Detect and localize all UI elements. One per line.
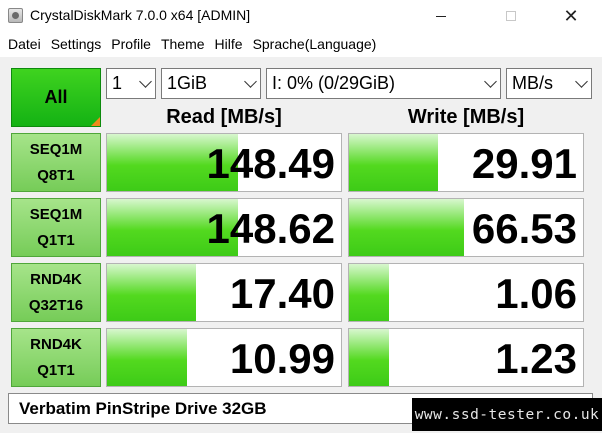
write-value: 1.06 xyxy=(495,270,577,317)
unit-value: MB/s xyxy=(512,73,554,93)
test-params: Q1T1 xyxy=(37,231,75,249)
menu-bar: Datei Settings Profile Theme Hilfe Sprac… xyxy=(0,32,602,56)
test-params: Q1T1 xyxy=(37,361,75,379)
watermark-text: www.ssd-tester.co.uk xyxy=(412,398,602,431)
app-disk-icon xyxy=(8,8,23,23)
minimize-icon xyxy=(436,15,446,17)
read-bar xyxy=(107,329,187,386)
test-name: RND4K xyxy=(30,270,82,288)
menu-theme[interactable]: Theme xyxy=(156,32,210,56)
menu-settings[interactable]: Settings xyxy=(46,32,107,56)
read-result: 17.40 xyxy=(106,263,342,322)
minimize-button[interactable] xyxy=(418,0,464,32)
write-result: 66.53 xyxy=(348,198,584,257)
close-icon: ✕ xyxy=(563,5,579,26)
menu-hilfe[interactable]: Hilfe xyxy=(210,32,248,56)
write-value: 1.23 xyxy=(495,335,577,382)
menu-datei[interactable]: Datei xyxy=(3,32,46,56)
read-value: 17.40 xyxy=(229,270,335,317)
unit-select[interactable]: MB/s xyxy=(506,68,592,99)
test-name: SEQ1M xyxy=(29,205,83,223)
test-count-value: 1 xyxy=(112,73,123,93)
chevron-down-icon xyxy=(244,75,257,88)
read-header: Read [MB/s] xyxy=(166,106,282,128)
test-count-select[interactable]: 1 xyxy=(106,68,156,99)
test-name: RND4K xyxy=(30,335,82,353)
write-bar xyxy=(349,329,389,386)
write-result: 1.23 xyxy=(348,328,584,387)
test-size-value: 1GiB xyxy=(167,73,208,93)
maximize-button[interactable] xyxy=(488,0,534,32)
maximize-icon xyxy=(506,11,516,21)
read-result: 148.62 xyxy=(106,198,342,257)
test-size-select[interactable]: 1GiB xyxy=(161,68,261,99)
corner-marker-icon xyxy=(91,117,100,126)
write-value: 29.91 xyxy=(471,140,577,187)
read-value: 148.49 xyxy=(206,140,335,187)
title-bar: CrystalDiskMark 7.0.0 x64 [ADMIN] ✕ xyxy=(0,0,602,32)
write-result: 1.06 xyxy=(348,263,584,322)
test-params: Q32T16 xyxy=(28,296,84,314)
run-all-label: All xyxy=(44,87,68,107)
write-bar xyxy=(349,199,464,256)
chevron-down-icon xyxy=(139,75,152,88)
write-bar xyxy=(349,264,389,321)
test-params: Q8T1 xyxy=(37,166,75,184)
read-value: 148.62 xyxy=(206,205,335,252)
test-button-rnd4k-q32t16[interactable]: RND4K Q32T16 xyxy=(11,263,101,322)
drive-value: I: 0% (0/29GiB) xyxy=(272,73,396,93)
test-name: SEQ1M xyxy=(29,140,83,158)
write-value: 66.53 xyxy=(471,205,577,252)
close-button[interactable]: ✕ xyxy=(548,0,594,32)
write-bar xyxy=(349,134,438,191)
chevron-down-icon xyxy=(575,75,588,88)
read-result: 10.99 xyxy=(106,328,342,387)
chevron-down-icon xyxy=(484,75,497,88)
run-all-button[interactable]: All xyxy=(11,68,101,127)
window-title: CrystalDiskMark 7.0.0 x64 [ADMIN] xyxy=(30,7,251,23)
read-bar xyxy=(107,264,196,321)
test-button-seq1m-q1t1[interactable]: SEQ1M Q1T1 xyxy=(11,198,101,257)
write-header: Write [MB/s] xyxy=(407,106,525,128)
menu-profile[interactable]: Profile xyxy=(106,32,156,56)
test-button-seq1m-q8t1[interactable]: SEQ1M Q8T1 xyxy=(11,133,101,192)
menu-language[interactable]: Sprache(Language) xyxy=(248,32,382,56)
write-result: 29.91 xyxy=(348,133,584,192)
read-value: 10.99 xyxy=(229,335,335,382)
drive-select[interactable]: I: 0% (0/29GiB) xyxy=(266,68,501,99)
test-button-rnd4k-q1t1[interactable]: RND4K Q1T1 xyxy=(11,328,101,387)
read-result: 148.49 xyxy=(106,133,342,192)
